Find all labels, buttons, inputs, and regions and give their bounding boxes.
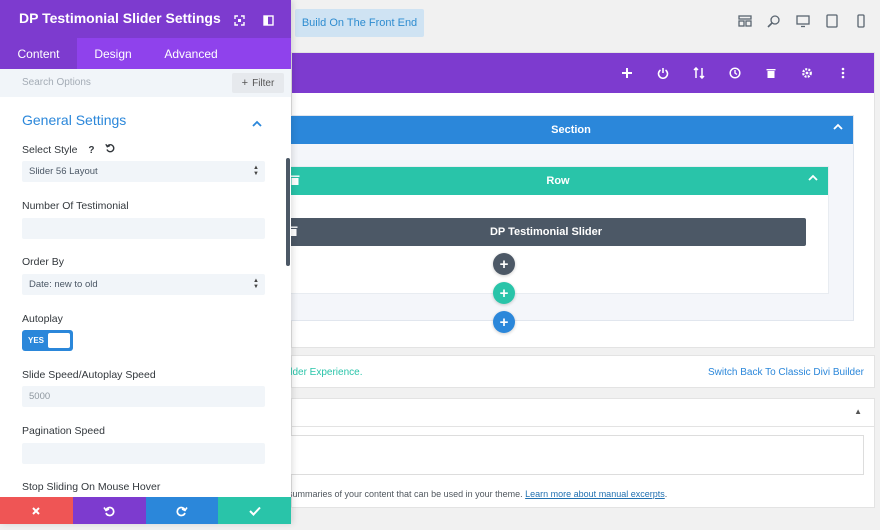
row-block[interactable]: Row DP Testimonial Slider — [286, 166, 829, 294]
stop-sliding-label: Stop Sliding On Mouse Hover — [22, 481, 161, 493]
reset-icon[interactable] — [105, 143, 115, 156]
select-style-dropdown[interactable]: Slider 56 Layout ▲ ▼ — [22, 161, 265, 182]
plus-icon: + — [241, 77, 249, 89]
select-arrows-icon: ▲ ▼ — [253, 165, 259, 177]
section-header[interactable]: Section — [289, 116, 853, 144]
check-icon — [248, 506, 261, 516]
select-style-value: Slider 56 Layout — [29, 166, 98, 177]
redo-button[interactable] — [145, 497, 219, 524]
more-icon[interactable] — [834, 65, 852, 81]
undo-icon — [103, 506, 115, 516]
tablet-icon[interactable] — [825, 14, 839, 28]
sort-icon[interactable] — [690, 65, 708, 81]
page-settings-bar — [292, 53, 874, 93]
add-module-button[interactable]: + — [493, 253, 515, 275]
excerpt-box: ▲ summaries of your content that can be … — [288, 398, 875, 508]
section-block[interactable]: Section Row DP Testimonial Slider — [286, 115, 854, 321]
search-row: Search Options + Filter — [0, 69, 291, 97]
chevron-up-icon[interactable] — [833, 122, 843, 134]
history-icon[interactable] — [726, 65, 744, 81]
number-of-testimonial-label: Number Of Testimonial — [22, 200, 129, 212]
add-section-button[interactable]: + — [493, 311, 515, 333]
row-header[interactable]: Row — [288, 167, 828, 195]
expand-icon[interactable] — [234, 13, 245, 26]
group-title[interactable]: General Settings — [22, 112, 126, 128]
panel-header-icons — [234, 13, 274, 26]
order-by-label: Order By — [22, 256, 65, 268]
search-input[interactable]: Search Options — [22, 77, 91, 88]
pagination-speed-input[interactable] — [22, 443, 265, 464]
autoplay-toggle-text: YES — [28, 336, 45, 345]
builder-info-strip: ilder Experience. Switch Back To Classic… — [288, 355, 875, 388]
page-tools — [618, 65, 852, 81]
excerpt-learn-more-link[interactable]: Learn more about manual excerpts — [525, 489, 665, 499]
number-of-testimonial-input[interactable] — [22, 218, 265, 239]
module-block[interactable]: DP Testimonial Slider — [286, 218, 806, 246]
excerpt-note-text: summaries of your content that can be us… — [288, 489, 523, 499]
builder-canvas: Section Row DP Testimonial Slider + + + — [286, 52, 875, 348]
desktop-icon[interactable] — [796, 14, 810, 28]
toggle-knob — [48, 333, 70, 348]
builder-experience-text[interactable]: ilder Experience. — [288, 367, 362, 378]
trash-icon[interactable] — [762, 65, 780, 81]
redo-icon — [176, 506, 188, 516]
slide-speed-label: Slide Speed/Autoplay Speed — [22, 369, 156, 381]
order-by-dropdown[interactable]: Date: new to old ▲ ▼ — [22, 274, 265, 295]
panel-header[interactable]: DP Testimonial Slider Settings — [0, 0, 291, 38]
phone-icon[interactable] — [854, 14, 868, 28]
filter-button[interactable]: + Filter — [232, 73, 284, 93]
chevron-up-icon[interactable] — [252, 115, 262, 127]
excerpt-header[interactable]: ▲ — [292, 399, 874, 427]
add-row-button[interactable]: + — [493, 282, 515, 304]
settings-scroll-area[interactable]: General Settings Select Style ? Slider 5… — [0, 97, 291, 497]
settings-panel: DP Testimonial Slider Settings Content D… — [0, 0, 291, 524]
panel-tabs: Content Design Advanced — [0, 38, 291, 69]
tab-design[interactable]: Design — [77, 38, 149, 69]
filter-label: Filter — [252, 77, 275, 89]
trash-icon[interactable] — [290, 174, 300, 186]
autoplay-label: Autoplay — [22, 313, 63, 325]
chevron-up-icon[interactable] — [808, 173, 818, 185]
slide-speed-input[interactable]: 5000 — [22, 386, 265, 407]
zoom-icon[interactable] — [767, 14, 781, 28]
settings-scrollbar[interactable] — [286, 158, 290, 266]
autoplay-toggle[interactable]: YES — [22, 330, 73, 351]
module-label: DP Testimonial Slider — [489, 226, 603, 238]
gear-icon[interactable] — [798, 65, 816, 81]
select-arrows-icon: ▲ ▼ — [253, 278, 259, 290]
sidebar-toggle-icon[interactable] — [263, 13, 274, 26]
wireframe-icon[interactable] — [738, 14, 752, 28]
collapse-arrow-icon[interactable]: ▲ — [854, 407, 862, 416]
save-button[interactable] — [218, 497, 291, 524]
panel-title: DP Testimonial Slider Settings — [19, 10, 221, 26]
undo-button[interactable] — [72, 497, 146, 524]
panel-action-bar — [0, 497, 291, 524]
excerpt-note: summaries of your content that can be us… — [288, 489, 668, 499]
question-icon[interactable]: ? — [88, 145, 94, 156]
row-label: Row — [546, 175, 570, 187]
add-icon[interactable] — [618, 65, 636, 81]
discard-button[interactable] — [0, 497, 73, 524]
view-mode-icons — [738, 14, 868, 28]
close-icon — [32, 506, 41, 515]
classic-builder-link[interactable]: Switch Back To Classic Divi Builder — [708, 367, 864, 378]
pagination-speed-label: Pagination Speed — [22, 425, 105, 437]
power-icon[interactable] — [654, 65, 672, 81]
select-style-label-text: Select Style — [22, 144, 78, 156]
order-by-value: Date: new to old — [29, 279, 98, 290]
excerpt-textarea[interactable] — [290, 435, 864, 475]
build-front-end-button[interactable]: Build On The Front End — [295, 9, 424, 37]
tab-advanced[interactable]: Advanced — [149, 38, 233, 69]
select-style-label: Select Style ? — [22, 143, 115, 156]
section-label: Section — [551, 124, 591, 136]
tab-content[interactable]: Content — [0, 38, 77, 69]
